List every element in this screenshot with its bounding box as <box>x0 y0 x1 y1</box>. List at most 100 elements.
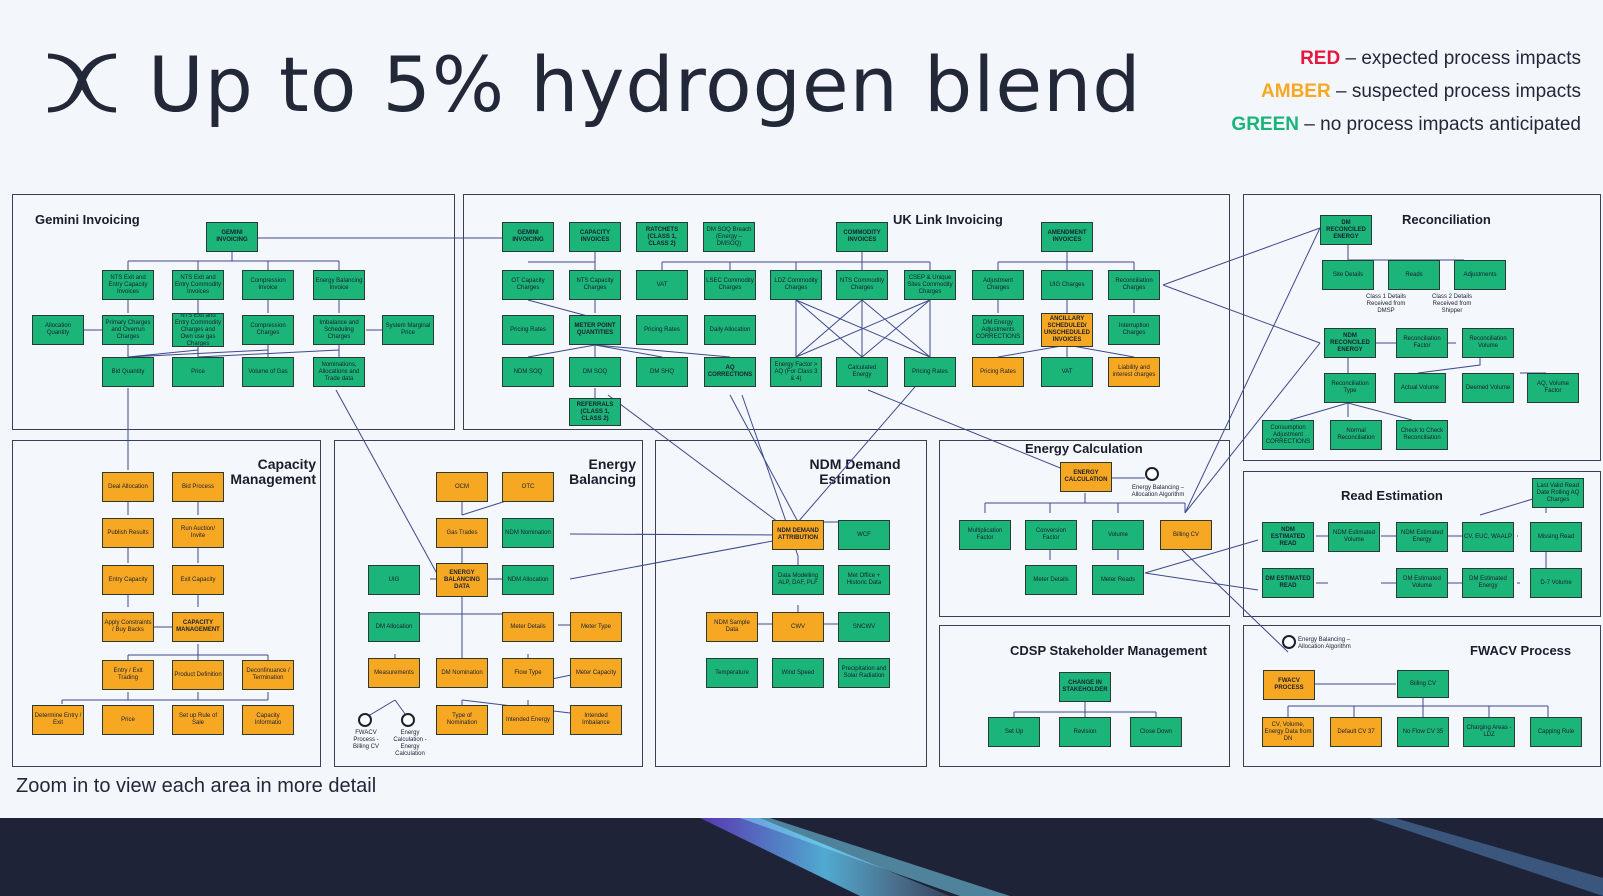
ndm-soq-box: NDM SOQ <box>502 357 554 387</box>
uig-box: UIG <box>368 565 420 595</box>
fwacv-process-connector-icon <box>358 713 372 727</box>
conversion-factor-box: Conversion Factor <box>1025 520 1077 550</box>
aq-volume-factor-box: AQ, Volume Factor <box>1527 373 1579 403</box>
precipitation-box: Precipitation and Solar Radiation <box>838 658 890 688</box>
deal-allocation-box: Deal Allocation <box>102 472 154 502</box>
interruption-charges-box: Interruption Charges <box>1108 315 1160 345</box>
adjustment-charges-box: Adjustment Charges <box>972 270 1024 300</box>
no-flow-cv-box: No Flow CV 35 <box>1397 717 1449 747</box>
ndm-estimated-volume-box: NDM Estimated Volume <box>1328 522 1380 552</box>
system-marginal-price-box: System Marginal Price <box>382 315 434 345</box>
meter-point-quantities-box: METER POINT QUANTITIES <box>569 315 621 345</box>
apply-constraints-box: Apply Constraints / Buy Backs <box>102 612 154 642</box>
energy-calculation-connector-icon <box>401 713 415 727</box>
volume-box: Volume <box>1092 520 1144 550</box>
site-details-box: Site Details <box>1322 260 1374 290</box>
meter-reads-box: Meter Reads <box>1092 565 1144 595</box>
default-cv-box: Default CV 37 <box>1330 717 1382 747</box>
ec-meter-details-box: Meter Details <box>1025 565 1077 595</box>
nts-exit-entry-capacity-invoices-box: NTS Exit and Entry Capacity Invoices <box>102 270 154 300</box>
wcf-box: WCF <box>838 520 890 550</box>
liability-interest-box: Liability and interest charges <box>1108 357 1160 387</box>
legend: RED – expected process impacts AMBER – s… <box>1231 42 1581 141</box>
actual-volume-box: Actual Volume <box>1394 373 1446 403</box>
dm-reconciled-energy-box: DM RECONCILED ENERGY <box>1320 215 1372 245</box>
gas-trades-box: Gas Trades <box>436 518 488 548</box>
panel-title-read-est: Read Estimation <box>1341 488 1443 503</box>
change-in-stakeholder-box: CHANGE IN STAKEHOLDER <box>1059 672 1111 702</box>
compression-invoice-box: Compression Invoice <box>242 270 294 300</box>
lsec-commodity-charges-box: LSEC Commodity Charges <box>704 270 756 300</box>
volume-of-gas-box: Volume of Gas <box>242 357 294 387</box>
price-box: Price <box>172 357 224 387</box>
panel-title-gemini: Gemini Invoicing <box>35 212 140 227</box>
publish-results-box: Publish Results <box>102 518 154 548</box>
dm-estimated-volume-box: DM Estimated Volume <box>1396 568 1448 598</box>
billing-cv-box: Billing CV <box>1160 520 1212 550</box>
vat-box: VAT <box>636 270 688 300</box>
pricing-rates-box-1: Pricing Rates <box>502 315 554 345</box>
zoom-instruction: Zoom in to view each area in more detail <box>16 775 377 797</box>
nts-commodity-charges-box: NTS Exit and Entry Commodity Charges and… <box>172 313 224 347</box>
energy-calculation-note: Energy Calculation - Energy Calculation <box>393 730 427 757</box>
revision-box: Revision <box>1059 717 1111 747</box>
energy-factor-aq-box: Energy Factor > AQ (For Class 3 & 4) <box>770 357 822 387</box>
product-definition-box: Product Definition <box>172 660 224 690</box>
ndm-allocation-box: NDM Allocation <box>502 565 554 595</box>
set-up-box: Set Up <box>988 717 1040 747</box>
dm-energy-adjustments-box: DM Energy Adjustments CORRECTIONS <box>972 315 1024 345</box>
energy-calculation-box: ENERGY CALCULATION <box>1060 462 1112 492</box>
entry-exit-trading-box: Entry / Exit Trading <box>102 660 154 690</box>
intended-energy-box: Intended Energy <box>502 705 554 735</box>
reconciliation-charges-box: Reconciliation Charges <box>1108 270 1160 300</box>
dm-soq-box: DM SOQ <box>569 357 621 387</box>
exit-capacity-box: Exit Capacity <box>172 565 224 595</box>
legend-red: RED – expected process impacts <box>1300 48 1581 69</box>
reconciliation-type-box: Reconciliation Type <box>1324 373 1376 403</box>
cv-euc-waalp-box: CV, EUC, WAALP <box>1462 522 1514 552</box>
panel-title-ndm: NDM Demand Estimation <box>809 456 901 487</box>
reads-box: Reads <box>1388 260 1440 290</box>
pricing-rates-box-2: Pricing Rates <box>636 315 688 345</box>
fwacv-process-note: FWACV Process - Billing CV <box>352 730 379 750</box>
dm-soq-breach-box: DM SOQ Breach (Energy – DMSOQ) <box>703 222 755 252</box>
meter-capacity-box: Meter Capacity <box>570 658 622 688</box>
footer-banner <box>0 818 1603 896</box>
run-auction-box: Run Auction/ Invite <box>172 518 224 548</box>
determine-entry-exit-box: Determine Entry / Exit <box>32 705 84 735</box>
ndm-demand-attribution-box: NDM DEMAND ATTRIBUTION <box>772 520 824 550</box>
panel-title-energy-calc: Energy Calculation <box>1025 441 1143 456</box>
xoserve-logo-icon <box>47 53 117 113</box>
entry-capacity-box: Entry Capacity <box>102 565 154 595</box>
ndm-sample-data-box: NDM Sample Data <box>706 612 758 642</box>
dm-shq-box: DM SHQ <box>636 357 688 387</box>
missing-read-box: Missing Read <box>1530 522 1582 552</box>
panel-title-fwacv: FWACV Process <box>1470 643 1572 658</box>
panel-title-capacity: Capacity Management <box>230 456 316 487</box>
class1-note: Class 1 Details Received from DMSP <box>1365 294 1406 314</box>
meter-details-box: Meter Details <box>502 612 554 642</box>
csep-commodity-charges-box: CSEP & Unique Sites Commodity Charges <box>904 270 956 300</box>
uk-gemini-invoicing-box: GEMINI INVOICING <box>502 222 554 252</box>
ldz-commodity-charges-box: LDZ Commodity Charges <box>770 270 822 300</box>
dm-estimated-read-box: DM ESTIMATED READ <box>1262 568 1314 598</box>
commodity-invoices-box: COMMODITY INVOICES <box>836 222 888 252</box>
capacity-price-box: Price <box>102 705 154 735</box>
ot-capacity-charges-box: OT Capacity Charges <box>502 270 554 300</box>
vat-box-2: VAT <box>1041 357 1093 387</box>
ndm-reconciled-energy-box: NDM RECONCILED ENERGY <box>1324 328 1376 358</box>
energy-balancing-invoice-box: Energy Balancing Invoice <box>313 270 365 300</box>
footer-light-streak-icon <box>700 818 1603 896</box>
aq-corrections-box: AQ CORRECTIONS <box>704 357 756 387</box>
reconciliation-volume-box: Reconciliation Volume <box>1462 328 1514 358</box>
page-title: Up to 5% hydrogen blend <box>148 40 1142 129</box>
set-up-rule-box: Set up Rule of Sale <box>172 705 224 735</box>
intended-imbalance-box: Intended Imbalance <box>570 705 622 735</box>
capacity-management-box: CAPACITY MANAGEMENT <box>172 612 224 642</box>
ndm-estimated-energy-box: NDM Estimated Energy <box>1396 522 1448 552</box>
d7-volume-box: D-7 Volume <box>1530 568 1582 598</box>
panel-title-energy-balancing: Energy Balancing <box>569 456 636 487</box>
legend-green: GREEN – no process impacts anticipated <box>1231 114 1581 135</box>
panel-title-uklink: UK Link Invoicing <box>893 212 1003 227</box>
pricing-rates-box-4: Pricing Rates <box>972 357 1024 387</box>
